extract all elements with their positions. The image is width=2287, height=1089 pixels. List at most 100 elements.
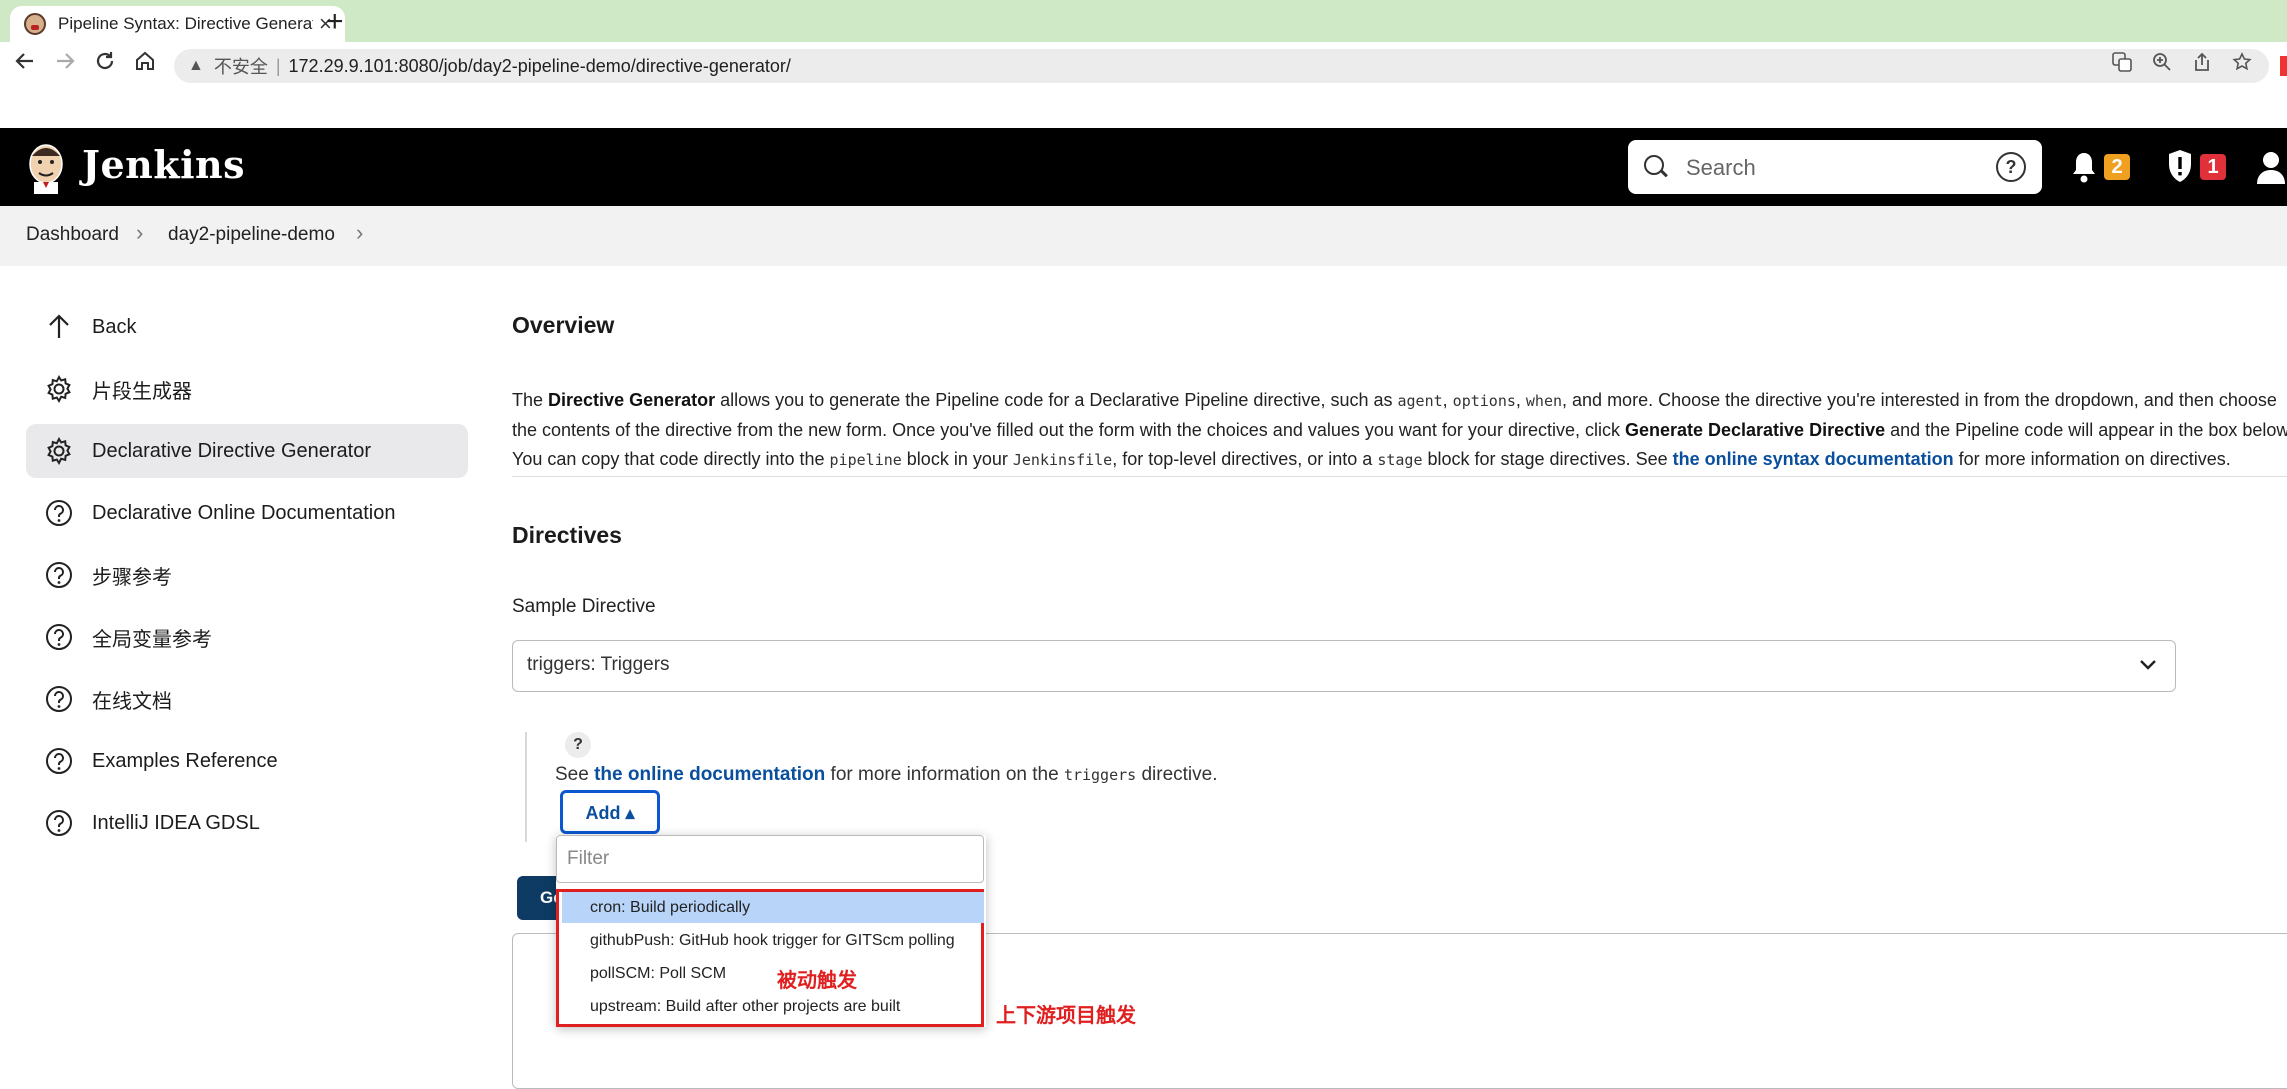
bell-icon[interactable] <box>2070 150 2098 184</box>
breadcrumb: Dashboard › day2-pipeline-demo › <box>0 206 2287 266</box>
new-tab-icon[interactable]: + <box>326 4 344 40</box>
desc-code: Jenkinsfile <box>1012 451 1113 469</box>
sample-directive-value: triggers: Triggers <box>527 654 670 675</box>
annotation-upstream-trigger: 上下游项目触发 <box>996 1005 1136 1027</box>
option-cron[interactable]: cron: Build periodically <box>562 892 984 923</box>
extension-icon[interactable] <box>2280 56 2287 76</box>
gear-icon <box>47 374 71 404</box>
search-input[interactable] <box>1684 152 1988 184</box>
sidebar-item-label: Declarative Online Documentation <box>92 501 396 524</box>
help-circle-icon <box>46 686 72 712</box>
help-circle-icon <box>46 748 72 774</box>
sidebar-item-online-documentation[interactable]: Declarative Online Documentation <box>26 486 468 540</box>
overview-description: The Directive Generator allows you to ge… <box>512 386 2287 475</box>
desc-text: , <box>1442 390 1453 410</box>
address-bar[interactable]: ▲ 不安全 | 172.29.9.101 :8080/job/day2-pipe… <box>174 49 2269 83</box>
translate-icon[interactable] <box>2112 52 2132 78</box>
help-circle-icon <box>46 810 72 836</box>
option-githubpush[interactable]: githubPush: GitHub hook trigger for GITS… <box>562 925 984 956</box>
desc-code: agent <box>1397 392 1443 410</box>
sidebar-item-label: 全局变量参考 <box>92 628 212 651</box>
sidebar-item-step-reference[interactable]: 步骤参考 <box>26 548 468 602</box>
desc-text: block in your <box>901 449 1013 469</box>
bookmark-star-icon[interactable] <box>2232 52 2252 78</box>
search-help-icon[interactable]: ? <box>1996 152 2026 182</box>
filter-input[interactable] <box>556 835 984 883</box>
jenkins-favicon-icon <box>24 13 46 35</box>
overview-heading: Overview <box>512 312 615 338</box>
tab-title: Pipeline Syntax: Directive Generator <box>58 14 313 33</box>
option-upstream[interactable]: upstream: Build after other projects are… <box>562 991 984 1022</box>
user-icon[interactable] <box>2256 150 2287 184</box>
online-syntax-doc-link[interactable]: the online syntax documentation <box>1673 449 1954 469</box>
desc-text: The <box>512 390 549 410</box>
notifications-badge[interactable]: 2 <box>2104 154 2130 180</box>
zoom-icon[interactable] <box>2152 52 2172 78</box>
help-circle-icon <box>46 500 72 526</box>
security-badge[interactable]: 1 <box>2200 154 2226 180</box>
back-arrow-icon[interactable] <box>14 50 36 80</box>
doc-text: for more information on the <box>825 764 1064 785</box>
warning-triangle-icon: ▲ <box>188 57 204 74</box>
online-documentation-link[interactable]: the online documentation <box>594 764 825 785</box>
sample-directive-select[interactable]: triggers: Triggers <box>512 640 2176 692</box>
browser-tab[interactable]: Pipeline Syntax: Directive Generator × <box>10 6 345 42</box>
directive-doc-line: See the online documentation for more in… <box>555 764 1218 786</box>
sidebar-item-directive-generator[interactable]: Declarative Directive Generator <box>26 424 468 478</box>
reload-icon[interactable] <box>94 50 116 80</box>
directive-form-rule <box>525 732 527 842</box>
sidebar-item-snippet-generator[interactable]: 片段生成器 <box>26 362 468 416</box>
breadcrumb-chevron-icon[interactable]: › <box>356 220 363 246</box>
url-separator: | <box>275 55 281 76</box>
desc-text: for more information on directives. <box>1953 449 2231 469</box>
url-path: :8080/job/day2-pipeline-demo/directive-g… <box>393 55 791 76</box>
shield-icon[interactable] <box>2166 148 2194 184</box>
help-circle-icon <box>46 624 72 650</box>
insecure-label: 不安全 <box>213 57 268 77</box>
search-box[interactable]: ? <box>1628 140 2042 194</box>
sidebar-item-label: IntelliJ IDEA GDSL <box>92 811 260 834</box>
sidebar-item-label: Examples Reference <box>92 749 278 772</box>
option-pollscm[interactable]: pollSCM: Poll SCM <box>562 958 984 989</box>
doc-code: triggers <box>1063 766 1137 784</box>
desc-text: , <box>1515 390 1526 410</box>
add-trigger-dropdown: cron: Build periodically githubPush: Git… <box>556 835 986 1027</box>
forward-arrow-icon[interactable] <box>54 50 76 80</box>
help-circle-icon <box>46 562 72 588</box>
desc-bold: Generate Declarative Directive <box>1624 420 1886 440</box>
jenkins-brand[interactable]: Jenkins <box>82 142 245 187</box>
doc-text: See <box>555 764 595 785</box>
desc-code: when <box>1525 392 1563 410</box>
url-host: 172.29.9.101 <box>288 55 394 76</box>
desc-code: stage <box>1377 451 1423 469</box>
sidebar-item-back[interactable]: Back <box>26 300 468 354</box>
chevron-down-icon <box>2140 660 2156 670</box>
jenkins-logo-icon[interactable] <box>24 140 68 194</box>
desc-bold: Directive Generator <box>548 390 716 410</box>
jenkins-header: Jenkins ? 2 1 <box>0 128 2287 206</box>
help-icon[interactable]: ? <box>565 732 591 758</box>
breadcrumb-job[interactable]: day2-pipeline-demo <box>168 224 335 246</box>
desc-code: options <box>1452 392 1516 410</box>
share-icon[interactable] <box>2192 52 2212 78</box>
directives-heading: Directives <box>512 522 622 548</box>
add-button[interactable]: Add ▴ <box>560 790 660 834</box>
doc-text: directive. <box>1136 764 1218 785</box>
breadcrumb-chevron-icon: › <box>136 220 144 245</box>
sidebar-item-examples-reference[interactable]: Examples Reference <box>26 734 468 788</box>
section-divider <box>512 476 2287 477</box>
sidebar-item-global-variables[interactable]: 全局变量参考 <box>26 610 468 664</box>
breadcrumb-dashboard[interactable]: Dashboard <box>26 224 119 246</box>
desc-text: , for top-level directives, or into a <box>1112 449 1378 469</box>
desc-text: allows you to generate the Pipeline code… <box>715 390 1398 410</box>
gear-icon <box>47 436 71 466</box>
arrow-up-icon <box>49 314 69 338</box>
sidebar-item-label: 在线文档 <box>92 690 172 713</box>
sidebar-item-online-docs[interactable]: 在线文档 <box>26 672 468 726</box>
browser-tabstrip: Pipeline Syntax: Directive Generator × + <box>0 0 2287 42</box>
sidebar-item-label: Declarative Directive Generator <box>92 439 371 462</box>
sidebar-item-label: Back <box>92 315 137 338</box>
home-icon[interactable] <box>134 50 156 80</box>
sidebar-item-intellij-gdsl[interactable]: IntelliJ IDEA GDSL <box>26 796 468 850</box>
search-icon <box>1644 155 1664 175</box>
